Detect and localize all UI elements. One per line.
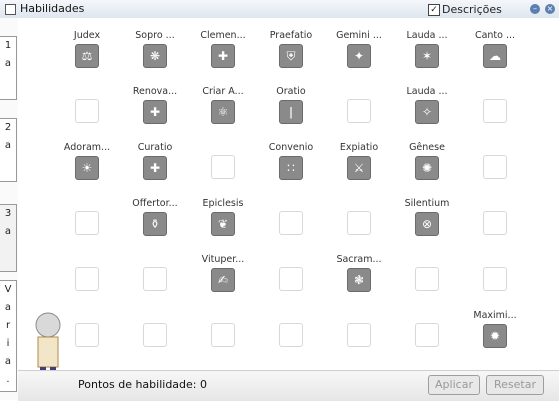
empty-slot [211,155,235,179]
skill-expiatio[interactable]: Expiatio ⚔ [335,142,383,180]
empty-slot [143,267,167,291]
skill-convenio[interactable]: Convenio ∷ [267,142,315,180]
empty-slot [75,267,99,291]
praefatio-icon[interactable]: ⛨ [279,44,303,68]
descriptions-checkbox[interactable]: ✓ [428,4,440,16]
reset-button[interactable]: Resetar [486,375,544,395]
skill-lauda-2[interactable]: Lauda ... ✧ [403,86,451,124]
convenio-icon[interactable]: ∷ [279,156,303,180]
empty-slot [415,267,439,291]
minimize-icon[interactable]: – [530,4,540,14]
oratio-icon[interactable]: ǀ [279,100,303,124]
skill-vituper[interactable]: Vituper... ✍ [199,254,247,292]
skill-criar-a[interactable]: Criar A... ⚛ [199,86,247,124]
skill-grid: Judex ⚖ Sopro ... ❋ Clemen... ✚ Praefati… [18,18,559,370]
skill-judex[interactable]: Judex ⚖ [63,30,111,68]
silentium-icon[interactable]: ⊗ [415,212,439,236]
skill-maximi[interactable]: Maximi... ✹ [471,310,519,348]
curatio-icon[interactable]: ✚ [143,156,167,180]
tab-1a[interactable]: 1 a [0,36,17,100]
empty-slot [279,211,303,235]
empty-slot [75,211,99,235]
window-title: Habilidades [20,2,85,15]
tab-3a[interactable]: 3 a [0,204,17,272]
skill-canto[interactable]: Canto ... ☁ [471,30,519,68]
skill-clemen[interactable]: Clemen... ✚ [199,30,247,68]
sacram-icon[interactable]: ❃ [347,268,371,292]
skill-offertor[interactable]: Offertor... ⚱ [131,198,179,236]
empty-slot [483,211,507,235]
empty-slot [75,323,99,347]
renova-icon[interactable]: ✚ [143,100,167,124]
skill-adoram[interactable]: Adoram... ☀ [63,142,111,180]
empty-slot [279,267,303,291]
canto-icon[interactable]: ☁ [483,44,507,68]
lauda-icon[interactable]: ✶ [415,44,439,68]
maximi-icon[interactable]: ✹ [483,324,507,348]
skill-sopro[interactable]: Sopro ... ❋ [131,30,179,68]
gemini-icon[interactable]: ✦ [347,44,371,68]
skill-epiclesis[interactable]: Epiclesis ❦ [199,198,247,236]
empty-slot [143,323,167,347]
descriptions-label: Descrições [442,3,502,16]
skill-praefatio[interactable]: Praefatio ⛨ [267,30,315,68]
epiclesis-icon[interactable]: ❦ [211,212,235,236]
empty-slot [211,323,235,347]
skill-renova[interactable]: Renova... ✚ [131,86,179,124]
empty-slot [483,99,507,123]
window-icon [5,4,16,15]
skill-sacram[interactable]: Sacram... ❃ [335,254,383,292]
skill-points: Pontos de habilidade: 0 [78,378,207,391]
vituper-icon[interactable]: ✍ [211,268,235,292]
close-icon[interactable]: × [545,4,555,14]
tab-varia[interactable]: V a r i a . [0,280,17,392]
bottom-bar: Pontos de habilidade: 0 Aplicar Resetar [18,370,559,401]
empty-slot [347,99,371,123]
empty-slot [279,323,303,347]
lauda-2-icon[interactable]: ✧ [415,100,439,124]
sopro-icon[interactable]: ❋ [143,44,167,68]
criar-a-icon[interactable]: ⚛ [211,100,235,124]
genese-icon[interactable]: ✺ [415,156,439,180]
apply-button[interactable]: Aplicar [428,375,480,395]
skill-silentium[interactable]: Silentium ⊗ [403,198,451,236]
skill-gemini[interactable]: Gemini ... ✦ [335,30,383,68]
skill-lauda-1[interactable]: Lauda ... ✶ [403,30,451,68]
tab-2a[interactable]: 2 a [0,118,17,182]
offertor-icon[interactable]: ⚱ [143,212,167,236]
expiatio-icon[interactable]: ⚔ [347,156,371,180]
skill-tabs: 1 a 2 a 3 a V a r i a . [0,18,18,400]
empty-slot [483,155,507,179]
skill-curatio[interactable]: Curatio ✚ [131,142,179,180]
title-bar[interactable]: Habilidades ✓ Descrições – × [0,0,559,19]
empty-slot [75,99,99,123]
empty-slot [415,323,439,347]
adoram-icon[interactable]: ☀ [75,156,99,180]
empty-slot [483,267,507,291]
skill-genese[interactable]: Gênese ✺ [403,142,451,180]
skill-oratio[interactable]: Oratio ǀ [267,86,315,124]
clemen-icon[interactable]: ✚ [211,44,235,68]
empty-slot [347,211,371,235]
empty-slot [347,323,371,347]
judex-icon[interactable]: ⚖ [75,44,99,68]
